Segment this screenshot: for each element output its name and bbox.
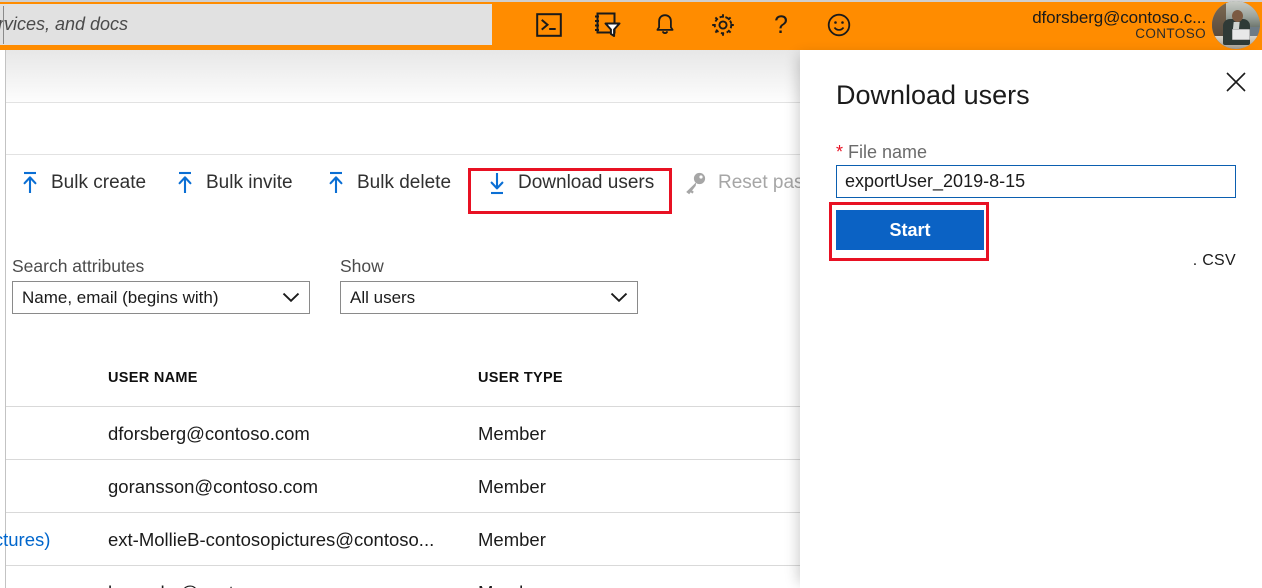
- bulk-create-button[interactable]: Bulk create: [20, 166, 146, 200]
- blade-divider-1: [6, 102, 800, 103]
- required-marker: *: [836, 142, 843, 162]
- file-extension-label: . CSV: [836, 252, 1236, 270]
- search-attributes-select[interactable]: Name, email (begins with): [12, 281, 310, 314]
- search-attributes-value: Name, email (begins with): [22, 288, 219, 308]
- file-name-input[interactable]: [836, 165, 1236, 198]
- upload-arrow-icon: [20, 170, 40, 196]
- cloud-shell-icon[interactable]: [520, 0, 578, 50]
- bulk-delete-button[interactable]: Bulk delete: [326, 166, 451, 200]
- show-select[interactable]: All users: [340, 281, 638, 314]
- file-name-label-text: File name: [848, 142, 927, 162]
- account-email: dforsberg@contoso.c...: [1032, 9, 1206, 27]
- search-attributes-filter: Search attributes Name, email (begins wi…: [12, 256, 310, 314]
- download-users-panel: Download users *File name Start . CSV: [800, 50, 1262, 588]
- cell-user-name: goransson@contoso.com: [108, 476, 318, 498]
- bulk-create-label: Bulk create: [51, 172, 146, 194]
- blade-header-gradient: [6, 50, 800, 102]
- account-info[interactable]: dforsberg@contoso.c... CONTOSO: [1032, 0, 1206, 50]
- bulk-invite-button[interactable]: Bulk invite: [175, 166, 293, 200]
- upload-arrow-icon: [175, 170, 195, 196]
- key-icon: [683, 171, 707, 195]
- avatar[interactable]: [1212, 1, 1260, 49]
- cell-user-name: dforsberg@contoso.com: [108, 423, 310, 445]
- table-header-row: USER NAME USER TYPE: [6, 353, 800, 406]
- users-table: USER NAME USER TYPE dforsberg@contoso.co…: [6, 353, 800, 588]
- cell-user-name: ext-MollieB-contosopictures@contoso...: [108, 529, 434, 551]
- chevron-down-icon: [610, 288, 628, 308]
- table-row[interactable]: hmurphy@contoso.com Member: [6, 565, 800, 588]
- upload-arrow-icon: [326, 170, 346, 196]
- start-button[interactable]: Start: [836, 210, 984, 250]
- page-title: Download users: [836, 80, 1030, 111]
- global-search-input[interactable]: [0, 4, 492, 45]
- reset-password-button: Reset pass: [683, 166, 800, 200]
- cell-user-type: Member: [478, 529, 546, 551]
- users-filter-bar: Search attributes Name, email (begins wi…: [6, 256, 800, 351]
- file-name-label: *File name: [836, 142, 927, 163]
- svg-text:?: ?: [774, 11, 788, 39]
- close-icon[interactable]: [1216, 62, 1256, 102]
- cell-user-type: Member: [478, 582, 546, 588]
- cell-user-type: Member: [478, 476, 546, 498]
- search-attributes-label: Search attributes: [12, 256, 310, 277]
- show-filter: Show All users: [340, 256, 638, 314]
- global-top-bar: ? dforsberg@contoso.c... CONTOSO: [0, 0, 1262, 50]
- directory-filter-icon[interactable]: [578, 0, 636, 50]
- chevron-down-icon: [282, 288, 300, 308]
- cell-display-name-link[interactable]: o Pictures): [0, 529, 50, 551]
- azure-portal-screen: ? dforsberg@contoso.c... CONTOSO: [0, 0, 1262, 588]
- download-arrow-icon: [487, 170, 507, 196]
- table-row[interactable]: goransson@contoso.com Member: [6, 459, 800, 512]
- settings-gear-icon[interactable]: [694, 0, 752, 50]
- help-question-icon[interactable]: ?: [752, 0, 810, 50]
- column-header-user-name[interactable]: USER NAME: [108, 370, 198, 386]
- cell-user-type: Member: [478, 423, 546, 445]
- show-label: Show: [340, 256, 638, 277]
- show-value: All users: [350, 288, 415, 308]
- account-organization: CONTOSO: [1135, 27, 1206, 42]
- topbar-icon-group: ?: [520, 0, 868, 50]
- bulk-delete-label: Bulk delete: [357, 172, 451, 194]
- users-blade: Bulk create Bulk invite: [0, 50, 800, 588]
- search-left-edge: [3, 6, 4, 44]
- bulk-invite-label: Bulk invite: [206, 172, 293, 194]
- table-row[interactable]: dforsberg@contoso.com Member: [6, 406, 800, 459]
- table-row[interactable]: o Pictures) ext-MollieB-contosopictures@…: [6, 512, 800, 565]
- cell-user-name: hmurphy@contoso.com: [108, 582, 304, 588]
- users-command-bar: Bulk create Bulk invite: [6, 155, 800, 211]
- reset-password-label: Reset pass: [718, 172, 800, 194]
- feedback-smiley-icon[interactable]: [810, 0, 868, 50]
- download-users-label: Download users: [518, 172, 654, 194]
- column-header-user-type[interactable]: USER TYPE: [478, 370, 563, 386]
- notifications-bell-icon[interactable]: [636, 0, 694, 50]
- download-users-button[interactable]: Download users: [487, 166, 654, 200]
